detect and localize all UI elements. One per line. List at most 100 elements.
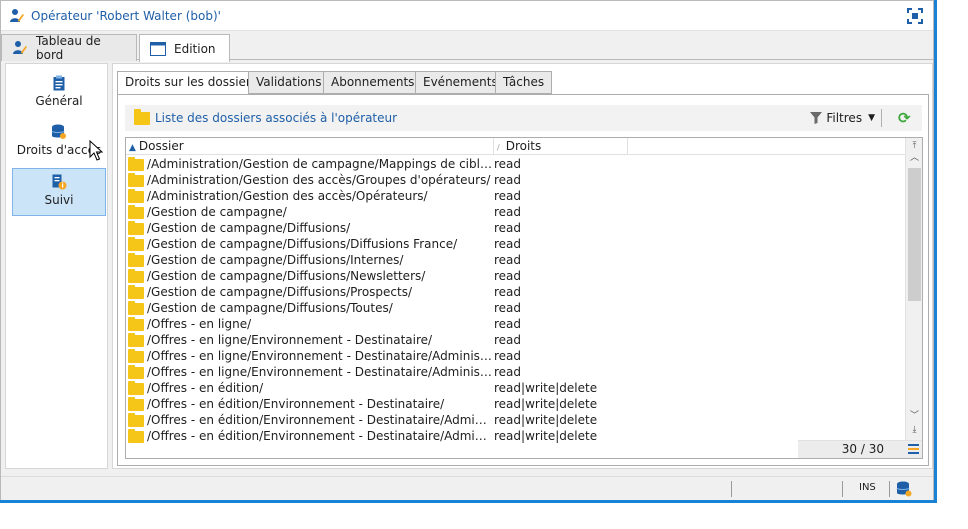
scrollbar-thumb[interactable] [908, 168, 921, 301]
table-row[interactable]: /Administration/Gestion de campagne/Mapp… [126, 156, 906, 172]
tab-edition[interactable]: Edition [139, 34, 230, 62]
database-status-icon[interactable] [896, 481, 912, 497]
column-header-droits[interactable]: / Droits [494, 138, 628, 155]
operator-icon [9, 8, 25, 24]
sidebar-item-label: Suivi [44, 193, 74, 207]
folder-icon [128, 173, 144, 187]
table-row[interactable]: /Offres - en édition/Environnement - Des… [126, 412, 906, 428]
vertical-scrollbar[interactable]: ⤒ ︿ ﹀ ⤓ [905, 138, 922, 440]
folder-icon [128, 413, 144, 427]
table-row[interactable]: /Offres - en ligne/Environnement - Desti… [126, 364, 906, 380]
tab-evenements[interactable]: Evénements [415, 71, 506, 94]
folder-path: /Gestion de campagne/Diffusions/Toutes/ [147, 301, 393, 315]
folder-rights: read [494, 173, 522, 187]
scroll-up-icon[interactable]: ︿ [909, 152, 920, 164]
list-settings-icon[interactable] [908, 443, 919, 455]
folder-icon [128, 253, 144, 267]
folder-icon [128, 301, 144, 315]
folder-icon [128, 285, 144, 299]
folder-path: /Gestion de campagne/Diffusions/Prospect… [147, 285, 413, 299]
clipboard-icon [51, 75, 67, 91]
tab-tableau-de-bord[interactable]: Tableau de bord [1, 34, 137, 62]
table-row[interactable]: /Offres - en édition/read|write|delete [126, 380, 906, 396]
status-separator [731, 481, 732, 497]
folder-rights: read [494, 253, 522, 267]
table-row[interactable]: /Administration/Gestion des accès/Groupe… [126, 172, 906, 188]
folder-icon [128, 221, 144, 235]
folder-icon [128, 269, 144, 283]
filters-button[interactable]: Filtres ▼ [810, 109, 882, 127]
scroll-top-icon[interactable]: ⤒ [909, 140, 920, 152]
folder-rights: read [494, 157, 522, 171]
table-row[interactable]: /Offres - en ligne/read [126, 316, 906, 332]
folder-path: /Offres - en ligne/Environnement - Desti… [147, 333, 433, 347]
folders-table: ▲ Dossier / Droits /Administration/Gestion… [125, 137, 923, 459]
tab-droits-sur-les-dossiers[interactable]: Droits sur les dossiers [117, 71, 266, 95]
operator-window: Opérateur 'Robert Walter (bob)' Tableau … [0, 0, 934, 500]
maximize-icon[interactable] [907, 8, 923, 24]
table-row[interactable]: /Offres - en ligne/Environnement - Desti… [126, 348, 906, 364]
folder-rights: read [494, 333, 522, 347]
filters-label: Filtres [826, 111, 863, 125]
scroll-down-icon[interactable]: ﹀ [909, 410, 920, 422]
folder-rights: read [494, 269, 522, 283]
folder-icon [134, 108, 150, 125]
status-separator [889, 481, 890, 497]
sort-ascending-icon: ▲ [129, 143, 136, 153]
tab-abonnements[interactable]: Abonnements [323, 71, 423, 94]
column-header-dossier[interactable]: ▲ Dossier [126, 138, 494, 155]
folder-icon [128, 237, 144, 251]
folder-icon [128, 349, 144, 363]
tab-taches[interactable]: Tâches [495, 71, 553, 94]
folder-rights: read [494, 349, 522, 363]
window-title: Opérateur 'Robert Walter (bob)' [31, 8, 221, 23]
folder-path: /Administration/Gestion des accès/Opérat… [147, 189, 428, 203]
folder-rights: read [494, 221, 522, 235]
folder-icon [128, 189, 144, 203]
list-title: Liste des dossiers associés à l'opérateu… [155, 111, 398, 125]
folder-path: /Offres - en édition/Environnement - Des… [147, 429, 492, 443]
scroll-bottom-icon[interactable]: ⤓ [909, 424, 920, 436]
sidebar: Général Droits d'accès Suivi [5, 63, 108, 469]
folder-rights: read [494, 189, 522, 203]
folder-icon [128, 365, 144, 379]
folder-rights: read|write|delete [494, 381, 598, 395]
folder-icon [128, 381, 144, 395]
insert-mode-indicator: INS [859, 482, 876, 493]
chevron-down-icon: ▼ [868, 113, 875, 123]
tab-label: Tableau de bord [36, 34, 101, 62]
window-border-right [934, 0, 937, 503]
table-row[interactable]: /Offres - en édition/Environnement - Des… [126, 428, 906, 444]
table-row[interactable]: /Gestion de campagne/Diffusions/Internes… [126, 252, 906, 268]
table-row[interactable]: /Gestion de campagne/Diffusions/Diffusio… [126, 236, 906, 252]
table-row[interactable]: /Gestion de campagne/Diffusions/Prospect… [126, 284, 906, 300]
folder-path: /Offres - en édition/ [147, 381, 264, 395]
table-row[interactable]: /Gestion de campagne/Diffusions/Toutes/r… [126, 300, 906, 316]
folder-icon [128, 429, 144, 443]
table-body: /Administration/Gestion de campagne/Mapp… [126, 156, 906, 444]
main-tab-bar: Tableau de bord Edition [1, 32, 933, 62]
column-header-label: Dossier [138, 139, 184, 153]
folder-icon [128, 397, 144, 411]
sidebar-item-general[interactable]: Général [12, 70, 106, 118]
content-panel: Droits sur les dossiers Validations Abon… [112, 63, 933, 469]
folder-rights: read [494, 285, 522, 299]
operator-icon [12, 40, 28, 56]
sidebar-item-suivi[interactable]: Suivi [12, 168, 106, 216]
folder-rights: read|write|delete [494, 429, 598, 443]
table-row[interactable]: /Gestion de campagne/Diffusions/Newslett… [126, 268, 906, 284]
table-row[interactable]: /Gestion de campagne/read [126, 204, 906, 220]
folder-rights: read [494, 317, 522, 331]
sort-indicator-icon: / [497, 143, 500, 152]
table-row[interactable]: /Gestion de campagne/Diffusions/read [126, 220, 906, 236]
folder-rights: read|write|delete [494, 413, 598, 427]
table-row[interactable]: /Administration/Gestion des accès/Opérat… [126, 188, 906, 204]
tracking-info-icon [51, 174, 67, 190]
table-row[interactable]: /Offres - en édition/Environnement - Des… [126, 396, 906, 412]
table-header: ▲ Dossier / Droits [126, 138, 906, 155]
table-row[interactable]: /Offres - en ligne/Environnement - Desti… [126, 332, 906, 348]
folder-path: /Gestion de campagne/Diffusions/Internes… [147, 253, 404, 267]
folder-path: /Administration/Gestion des accès/Groupe… [147, 173, 491, 187]
tab-validations[interactable]: Validations [248, 71, 330, 94]
refresh-icon[interactable]: ⟳ [898, 110, 914, 126]
